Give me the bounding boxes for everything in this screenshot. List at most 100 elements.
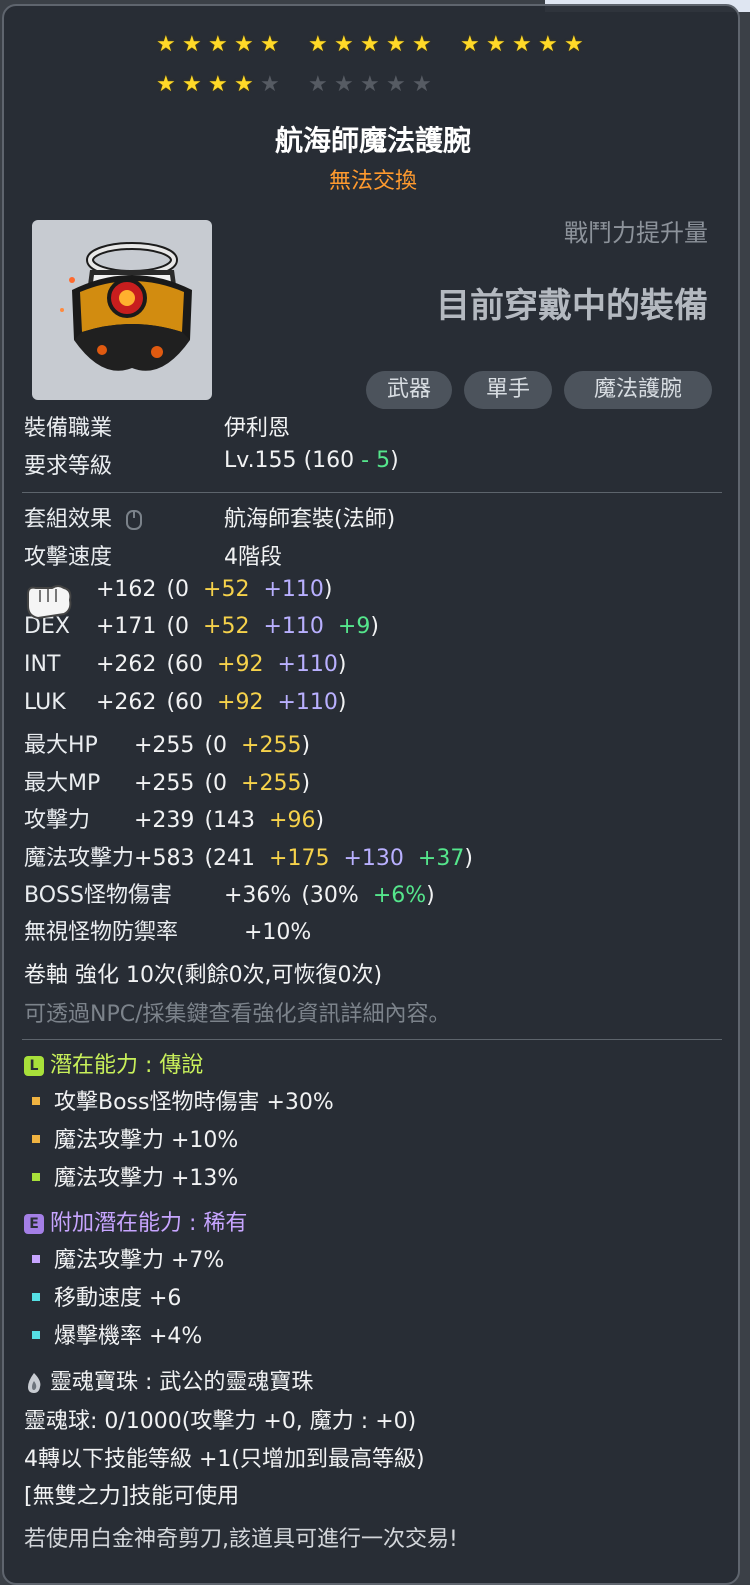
level-paren: (160 (303, 448, 362, 473)
stat-total: +262 (96, 690, 157, 715)
bonus-line-text: 魔法攻擊力 +7% (54, 1248, 225, 1273)
bullet-icon (32, 1135, 40, 1143)
stat-base: (30% (301, 883, 359, 908)
hand-cursor-icon (27, 585, 72, 620)
star-empty-icon: ★ (360, 72, 380, 97)
stat-close: ) (301, 771, 311, 796)
star-filled-icon: ★ (260, 32, 280, 57)
stat-label: BOSS怪物傷害 (24, 883, 172, 908)
combat-power-value: 目前穿戴中的裝備 (436, 286, 708, 326)
bullet-icon (32, 1293, 40, 1301)
scroll-hint: 可透過NPC/採集鍵查看強化資訊詳細內容。 (24, 1002, 451, 1027)
star-filled-icon: ★ (538, 32, 558, 57)
soul-usable-row: [無雙之力]技能可使用 (24, 1484, 240, 1509)
stat-y: +255 (241, 733, 302, 758)
bonus-line-text: 爆擊機率 +4% (54, 1324, 203, 1349)
bullet-icon (32, 1331, 40, 1339)
stat-base: (0 (204, 733, 228, 758)
stat-g: +6% (372, 883, 427, 908)
star-empty-icon: ★ (334, 72, 354, 97)
potential-line: 攻擊Boss怪物時傷害 +30% (24, 1084, 334, 1116)
stat-base: (0 (166, 614, 190, 639)
stat-row: LUK +262 (60 +92 +110) (24, 690, 346, 715)
star-filled-icon: ★ (486, 32, 506, 57)
stat-row: 攻擊力 +239 (143 +96) (24, 802, 324, 834)
stat-total: +255 (134, 771, 195, 796)
potential-line-text: 攻擊Boss怪物時傷害 +30% (54, 1090, 334, 1115)
speed-row: 攻擊速度 4階段 (24, 539, 282, 571)
star-row-2: ★ ★ ★ ★ ★ ★ ★ ★ ★ ★ (156, 74, 596, 104)
bonus-potential-title: 附加潛在能力 : 稀有 (50, 1211, 248, 1236)
scroll-row: 卷軸 強化 10次(剩餘0次,可恢復0次) (24, 963, 383, 988)
star-empty-icon: ★ (260, 72, 280, 97)
stat-close: ) (301, 733, 311, 758)
stat-label: 魔法攻擊力 (24, 846, 135, 871)
stat-y: +52 (203, 577, 250, 602)
stat-total: +36% (224, 883, 292, 908)
stat-base: (60 (166, 652, 204, 677)
item-name: 航海師魔法護腕 (274, 124, 471, 157)
level-label: 要求等級 (24, 454, 113, 479)
stat-total: +583 (134, 846, 195, 871)
job-row: 裝備職業 伊利恩 (24, 410, 290, 442)
stat-y: +52 (203, 614, 250, 639)
job-label: 裝備職業 (24, 416, 113, 441)
stat-base: (0 (204, 771, 228, 796)
stat-y: +92 (217, 652, 264, 677)
set-row: 套組效果 航海師套裝(法師) (24, 501, 395, 533)
star-filled-icon: ★ (564, 32, 584, 57)
tag-magic-bracer: 魔法護腕 (564, 371, 712, 409)
stat-label: LUK (24, 690, 66, 715)
star-filled-icon: ★ (208, 32, 228, 57)
bonus-potential-grade-badge: E (24, 1214, 44, 1234)
potential-line: 魔法攻擊力 +10% (24, 1122, 238, 1154)
mouse-icon (126, 510, 143, 530)
stat-p: +110 (277, 652, 338, 677)
stat-close: ) (370, 614, 379, 639)
potential-header: L 潛在能力 : 傳說 (24, 1047, 203, 1079)
star-empty-icon: ★ (386, 72, 406, 97)
divider (22, 1039, 722, 1040)
star-filled-icon: ★ (156, 32, 176, 57)
star-filled-icon: ★ (334, 32, 354, 57)
stat-row: 最大MP +255 (0 +255) (24, 765, 310, 797)
star-empty-icon: ★ (308, 72, 328, 97)
stat-total: +262 (96, 652, 157, 677)
level-reduction: - 5 (361, 448, 391, 473)
stat-y: +96 (269, 808, 316, 833)
bullet-icon (32, 1255, 40, 1263)
soul-orb-row: 靈魂球: 0/1000(攻擊力 +0, 魔力 : +0) (24, 1409, 417, 1434)
star-filled-icon: ★ (182, 32, 202, 57)
stat-close: ) (315, 808, 325, 833)
star-filled-icon: ★ (208, 72, 228, 97)
potential-grade-badge: L (24, 1056, 44, 1076)
soul-title-row: 靈魂寶珠 : 武公的靈魂寶珠 (24, 1364, 313, 1396)
star-filled-icon: ★ (234, 72, 254, 97)
star-filled-icon: ★ (412, 32, 432, 57)
potential-title: 潛在能力 : 傳說 (50, 1053, 204, 1078)
stat-label: 無視怪物防禦率 (24, 920, 179, 945)
tag-weapon: 武器 (366, 371, 452, 409)
stat-total: +162 (96, 577, 157, 602)
star-filled-icon: ★ (512, 32, 532, 57)
star-filled-icon: ★ (156, 72, 176, 97)
item-icon-frame (32, 220, 212, 400)
potential-line-text: 魔法攻擊力 +10% (54, 1128, 239, 1153)
stat-row: INT +262 (60 +92 +110) (24, 652, 346, 677)
star-filled-icon: ★ (460, 32, 480, 57)
bullet-icon (32, 1173, 40, 1181)
stat-label: 最大MP (24, 771, 101, 796)
stat-p: +110 (263, 577, 324, 602)
stat-p: +130 (343, 846, 404, 871)
stat-row: 最大HP +255 (0 +255) (24, 727, 310, 759)
combat-power-label: 戰鬥力提升量 (564, 219, 708, 247)
bracer-icon (60, 242, 192, 371)
level-row: 要求等級 Lv.155 (160 - 5) (24, 448, 399, 480)
star-filled-icon: ★ (360, 32, 380, 57)
stat-y: +92 (217, 690, 264, 715)
stat-base: (0 (166, 577, 190, 602)
bonus-potential-line: 爆擊機率 +4% (24, 1318, 202, 1350)
speed-value: 4階段 (224, 545, 282, 570)
potential-line-text: 魔法攻擊力 +13% (54, 1166, 239, 1191)
star-filled-icon: ★ (386, 32, 406, 57)
